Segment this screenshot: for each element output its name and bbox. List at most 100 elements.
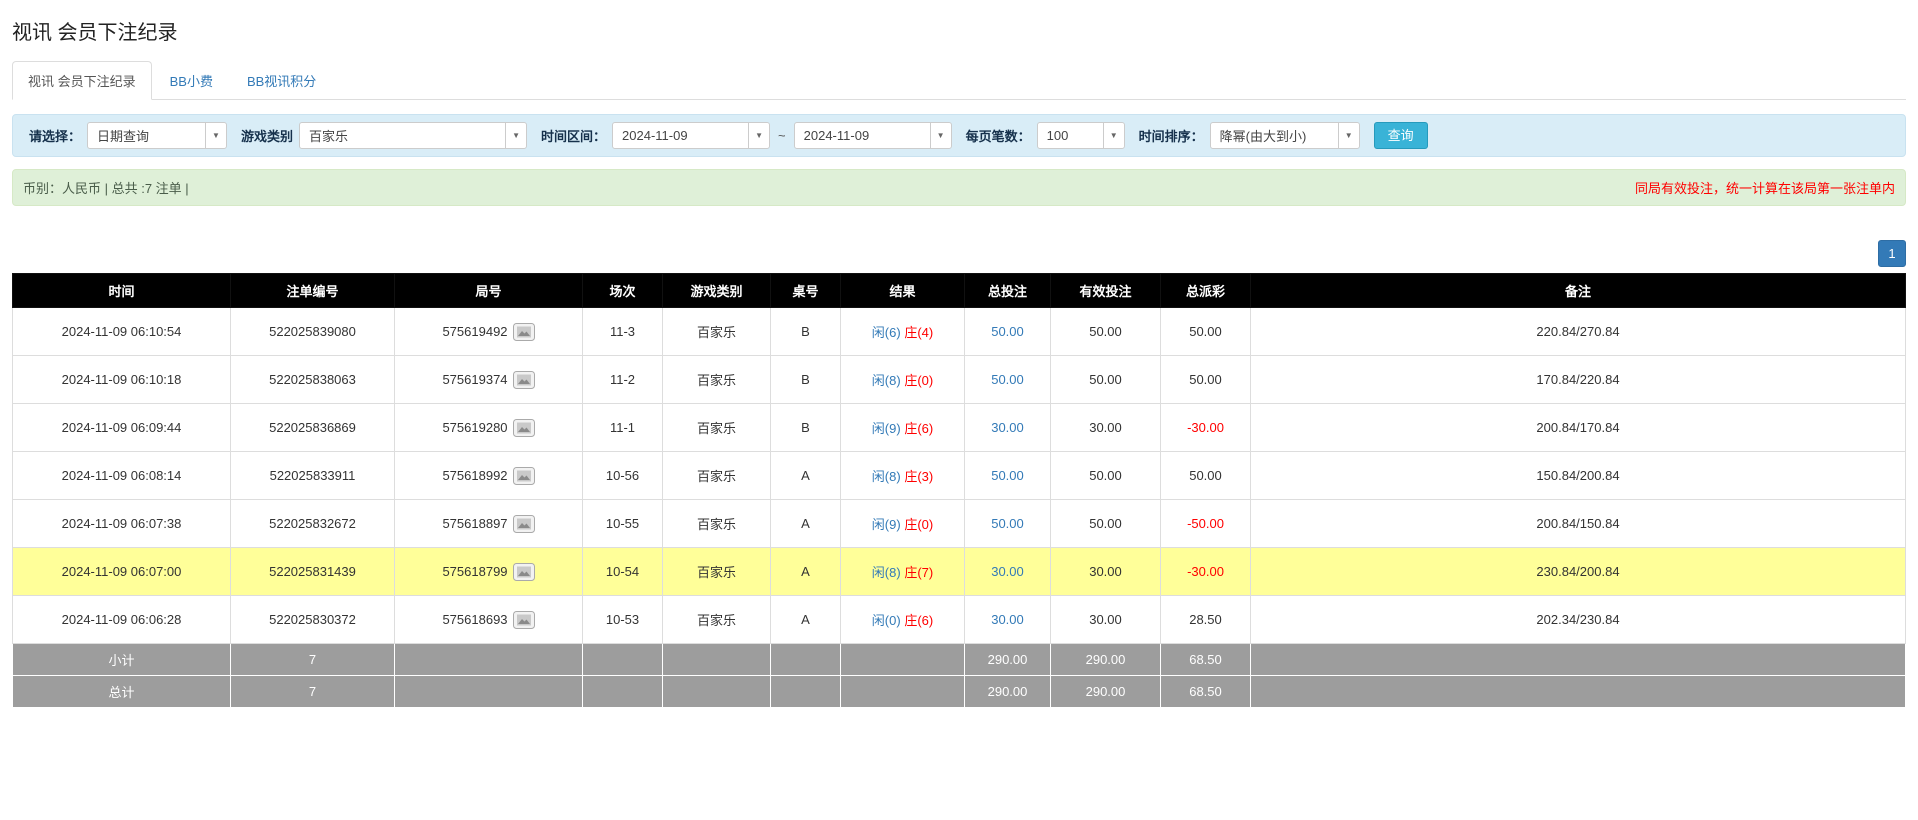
result-player: 闲(8) xyxy=(872,373,901,388)
cell-bet-id: 522025830372 xyxy=(231,596,395,644)
cell-time: 2024-11-09 06:08:14 xyxy=(13,452,231,500)
video-replay-icon[interactable] xyxy=(513,419,535,437)
sort-order-label: 时间排序： xyxy=(1139,126,1204,145)
cell-total-bet: 30.00 xyxy=(965,404,1051,452)
result-banker: 庄(0) xyxy=(904,517,933,532)
round-number: 575618992 xyxy=(442,468,507,483)
cell-game-type: 百家乐 xyxy=(663,356,771,404)
cell-game-type: 百家乐 xyxy=(663,308,771,356)
chevron-down-icon: ▼ xyxy=(205,123,226,148)
subtotal-valid-bet: 290.00 xyxy=(1051,644,1161,676)
subtotal-label: 小计 xyxy=(13,644,231,676)
cell-valid-bet: 50.00 xyxy=(1051,308,1161,356)
cell-result: 闲(8) 庄(3) xyxy=(841,452,965,500)
total-bet-link[interactable]: 50.00 xyxy=(991,468,1024,483)
cell-table-no: A xyxy=(771,500,841,548)
sort-order-select[interactable]: 降幂(由大到小) ▼ xyxy=(1210,122,1360,149)
tab-bb-video-points[interactable]: BB视讯积分 xyxy=(231,61,332,100)
cell-session: 10-54 xyxy=(583,548,663,596)
grand-total-valid-bet: 290.00 xyxy=(1051,676,1161,708)
empty-cell xyxy=(771,644,841,676)
cell-table-no: A xyxy=(771,596,841,644)
cell-result: 闲(9) 庄(6) xyxy=(841,404,965,452)
result-banker: 庄(7) xyxy=(904,565,933,580)
cell-table-no: A xyxy=(771,548,841,596)
header-table-no: 桌号 xyxy=(771,274,841,308)
cell-round: 575619492 xyxy=(395,308,583,356)
total-bet-link[interactable]: 30.00 xyxy=(991,564,1024,579)
total-bet-link[interactable]: 30.00 xyxy=(991,612,1024,627)
total-bet-link[interactable]: 50.00 xyxy=(991,324,1024,339)
date-from-value: 2024-11-09 xyxy=(613,128,748,143)
cell-result: 闲(8) 庄(0) xyxy=(841,356,965,404)
header-total-bet: 总投注 xyxy=(965,274,1051,308)
cell-payout: -30.00 xyxy=(1161,548,1251,596)
cell-bet-id: 522025839080 xyxy=(231,308,395,356)
query-type-select[interactable]: 日期查询 ▼ xyxy=(87,122,227,149)
cell-table-no: B xyxy=(771,308,841,356)
cell-payout: 50.00 xyxy=(1161,452,1251,500)
result-banker: 庄(3) xyxy=(904,469,933,484)
cell-session: 11-2 xyxy=(583,356,663,404)
table-row: 2024-11-09 06:07:00522025831439575618799… xyxy=(13,548,1906,596)
video-replay-icon[interactable] xyxy=(513,467,535,485)
video-replay-icon[interactable] xyxy=(513,323,535,341)
cell-payout: 50.00 xyxy=(1161,356,1251,404)
cell-result: 闲(6) 庄(4) xyxy=(841,308,965,356)
result-player: 闲(6) xyxy=(872,325,901,340)
query-type-value: 日期查询 xyxy=(88,126,205,145)
subtotal-row: 小计 7 290.00 290.00 68.50 xyxy=(13,644,1906,676)
cell-total-bet: 50.00 xyxy=(965,308,1051,356)
chevron-down-icon: ▼ xyxy=(505,123,526,148)
video-replay-icon[interactable] xyxy=(513,515,535,533)
empty-cell xyxy=(841,644,965,676)
table-row: 2024-11-09 06:09:44522025836869575619280… xyxy=(13,404,1906,452)
tab-bb-tips[interactable]: BB小费 xyxy=(154,61,229,100)
video-replay-icon[interactable] xyxy=(513,611,535,629)
cell-valid-bet: 50.00 xyxy=(1051,356,1161,404)
page-size-select[interactable]: 100 ▼ xyxy=(1037,122,1125,149)
tab-bar: 视讯 会员下注纪录 BB小费 BB视讯积分 xyxy=(12,61,1906,100)
page-1-button[interactable]: 1 xyxy=(1878,240,1906,267)
result-banker: 庄(4) xyxy=(904,325,933,340)
game-type-select[interactable]: 百家乐 ▼ xyxy=(299,122,527,149)
date-from-select[interactable]: 2024-11-09 ▼ xyxy=(612,122,770,149)
empty-cell xyxy=(663,676,771,708)
chevron-down-icon: ▼ xyxy=(1103,123,1124,148)
total-bet-link[interactable]: 30.00 xyxy=(991,420,1024,435)
round-number: 575619374 xyxy=(442,372,507,387)
cell-valid-bet: 50.00 xyxy=(1051,452,1161,500)
cell-game-type: 百家乐 xyxy=(663,500,771,548)
cell-round: 575618693 xyxy=(395,596,583,644)
total-bet-link[interactable]: 50.00 xyxy=(991,516,1024,531)
empty-cell xyxy=(583,676,663,708)
table-header-row: 时间 注单编号 局号 场次 游戏类别 桌号 结果 总投注 有效投注 总派彩 备注 xyxy=(13,274,1906,308)
cell-total-bet: 50.00 xyxy=(965,500,1051,548)
cell-round: 575619280 xyxy=(395,404,583,452)
game-type-label: 游戏类别 xyxy=(241,126,293,145)
cell-note: 220.84/270.84 xyxy=(1251,308,1906,356)
cell-payout: -50.00 xyxy=(1161,500,1251,548)
chevron-down-icon: ▼ xyxy=(930,123,951,148)
video-replay-icon[interactable] xyxy=(513,371,535,389)
total-bet-link[interactable]: 50.00 xyxy=(991,372,1024,387)
cell-session: 10-55 xyxy=(583,500,663,548)
video-replay-icon[interactable] xyxy=(513,563,535,581)
empty-cell xyxy=(771,676,841,708)
filter-bar: 请选择： 日期查询 ▼ 游戏类别 百家乐 ▼ 时间区间： 2024-11-09 … xyxy=(12,114,1906,157)
cell-valid-bet: 30.00 xyxy=(1051,404,1161,452)
date-to-select[interactable]: 2024-11-09 ▼ xyxy=(794,122,952,149)
header-payout: 总派彩 xyxy=(1161,274,1251,308)
subtotal-count: 7 xyxy=(231,644,395,676)
cell-result: 闲(0) 庄(6) xyxy=(841,596,965,644)
table-row: 2024-11-09 06:08:14522025833911575618992… xyxy=(13,452,1906,500)
cell-game-type: 百家乐 xyxy=(663,548,771,596)
cell-bet-id: 522025838063 xyxy=(231,356,395,404)
cell-valid-bet: 50.00 xyxy=(1051,500,1161,548)
cell-game-type: 百家乐 xyxy=(663,596,771,644)
result-player: 闲(9) xyxy=(872,517,901,532)
table-row: 2024-11-09 06:10:54522025839080575619492… xyxy=(13,308,1906,356)
search-button[interactable]: 查询 xyxy=(1374,122,1428,149)
tab-betting-records[interactable]: 视讯 会员下注纪录 xyxy=(12,61,152,100)
date-to-value: 2024-11-09 xyxy=(795,128,930,143)
